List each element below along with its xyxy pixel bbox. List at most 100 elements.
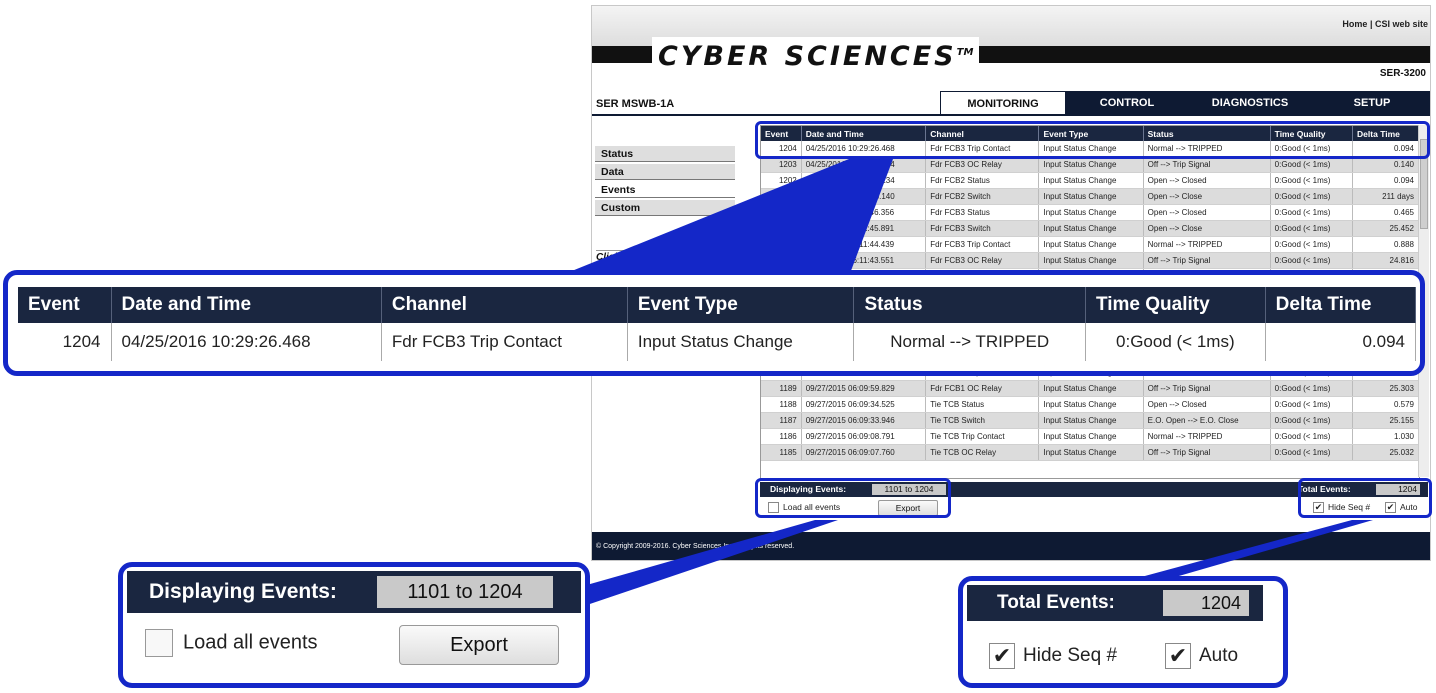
highlight-displaying-events xyxy=(755,478,951,518)
table-cell: 0:Good (< 1ms) xyxy=(1270,396,1354,413)
zoom-hide-seq-label: Hide Seq # xyxy=(1023,645,1118,667)
table-cell: Input Status Change xyxy=(1038,204,1144,221)
zoom-table-cell: 04/25/2016 10:29:26.468 xyxy=(111,323,382,361)
table-cell: 09/27/2015 06:09:08.791 xyxy=(801,428,927,445)
zoom-table-cell: Fdr FCB3 Trip Contact xyxy=(381,323,628,361)
device-name: SER MSWB-1A xyxy=(596,98,675,110)
table-cell: Open --> Close xyxy=(1143,220,1271,237)
table-row[interactable]: 1199 09/27/2015 06:11:45.891 Fdr FCB3 Swit… xyxy=(761,220,1419,237)
table-row[interactable]: 1200 09/27/2015 06:11:46.356 Fdr FCB3 Stat… xyxy=(761,204,1419,221)
table-row[interactable]: 1201 04/25/2016 10:29:26.140 Fdr FCB2 Swit… xyxy=(761,188,1419,205)
table-cell: Open --> Close xyxy=(1143,188,1271,205)
zoom-auto-label: Auto xyxy=(1199,645,1239,667)
table-cell: Input Status Change xyxy=(1038,252,1144,269)
table-row[interactable]: 1189 09/27/2015 06:09:59.829 Fdr FCB1 OC R… xyxy=(761,380,1419,397)
table-cell: Normal --> TRIPPED xyxy=(1143,428,1271,445)
table-row[interactable]: 1202 04/25/2016 10:29:26.234 Fdr FCB2 Stat… xyxy=(761,172,1419,189)
table-cell: 1189 xyxy=(761,380,802,397)
table-cell: 09/27/2015 06:11:43.551 xyxy=(801,252,927,269)
tab-control[interactable]: CONTROL xyxy=(1066,91,1188,115)
zoom-callout-displaying: Displaying Events: 1101 to 1204 Load all… xyxy=(118,562,590,688)
table-cell: 0:Good (< 1ms) xyxy=(1270,188,1354,205)
table-cell: 04/25/2016 10:29:26.140 xyxy=(801,188,927,205)
sidebar-item-status[interactable]: Status xyxy=(595,146,735,162)
zoom-auto-checkbox[interactable]: ✔ xyxy=(1165,643,1191,669)
zoom-displaying-value: 1101 to 1204 xyxy=(377,576,553,608)
copyright-bar: © Copyright 2009-2016. Cyber Sciences In… xyxy=(592,532,1430,560)
table-cell: Input Status Change xyxy=(1038,412,1144,429)
zoom-column-header: Event xyxy=(18,287,112,323)
zoom-column-header: Delta Time xyxy=(1265,287,1417,323)
table-row[interactable]: 1185 09/27/2015 06:09:07.760 Tie TCB OC Re… xyxy=(761,444,1419,461)
zoom-column-header: Event Type xyxy=(627,287,855,323)
table-row[interactable]: 1187 09/27/2015 06:09:33.946 Tie TCB Switc… xyxy=(761,412,1419,429)
tab-monitoring[interactable]: MONITORING xyxy=(940,91,1066,115)
table-cell: 0:Good (< 1ms) xyxy=(1270,220,1354,237)
device-model: SER-3200 xyxy=(1379,68,1426,79)
table-cell: Tie TCB Status xyxy=(925,396,1040,413)
zoom-table-cell: Normal --> TRIPPED xyxy=(853,323,1086,361)
csi-website-link[interactable]: CSI web site xyxy=(1375,19,1428,29)
table-cell: 0:Good (< 1ms) xyxy=(1270,428,1354,445)
zoom-hide-seq-control[interactable]: ✔ Hide Seq # xyxy=(989,643,1117,669)
sidebar-item-data[interactable]: Data xyxy=(595,164,735,180)
table-cell: Input Status Change xyxy=(1038,444,1144,461)
zoom-hide-seq-checkbox[interactable]: ✔ xyxy=(989,643,1015,669)
home-link[interactable]: Home xyxy=(1342,19,1367,29)
table-cell: Fdr FCB1 OC Relay xyxy=(925,380,1040,397)
table-cell: 1198 xyxy=(761,236,802,253)
zoom-total-value: 1204 xyxy=(1163,590,1249,616)
zoom-table-cell: Input Status Change xyxy=(627,323,855,361)
table-cell: 1199 xyxy=(761,220,802,237)
table-cell: Open --> Closed xyxy=(1143,396,1271,413)
zoom-auto-control[interactable]: ✔ Auto xyxy=(1165,643,1238,669)
table-cell: Off --> Trip Signal xyxy=(1143,380,1271,397)
table-cell: 04/25/2016 10:29:26.234 xyxy=(801,172,927,189)
zoom-load-all-checkbox[interactable] xyxy=(145,629,173,657)
table-cell: E.O. Open --> E.O. Close xyxy=(1143,412,1271,429)
table-cell: Input Status Change xyxy=(1038,172,1144,189)
table-row[interactable]: 1186 09/27/2015 06:09:08.791 Tie TCB Trip … xyxy=(761,428,1419,445)
table-cell: Fdr FCB3 Trip Contact xyxy=(925,236,1040,253)
table-cell: Input Status Change xyxy=(1038,396,1144,413)
table-cell: 0:Good (< 1ms) xyxy=(1270,412,1354,429)
zoom-table-header: Event Date and Time Channel Event Type Statu… xyxy=(18,287,1417,323)
table-cell: Off --> Trip Signal xyxy=(1143,252,1271,269)
tab-diagnostics[interactable]: DIAGNOSTICS xyxy=(1188,91,1312,115)
table-cell: 0:Good (< 1ms) xyxy=(1270,252,1354,269)
table-cell: Input Status Change xyxy=(1038,380,1144,397)
table-cell: Tie TCB Trip Contact xyxy=(925,428,1040,445)
highlight-total-events xyxy=(1298,478,1432,518)
table-cell: Input Status Change xyxy=(1038,236,1144,253)
table-cell: Fdr FCB2 Status xyxy=(925,172,1040,189)
table-row[interactable]: 1198 09/27/2015 06:11:44.439 Fdr FCB3 Trip… xyxy=(761,236,1419,253)
table-cell: Fdr FCB3 OC Relay xyxy=(925,252,1040,269)
brand-logo: CYBER SCIENCESTM xyxy=(652,37,980,72)
table-row[interactable]: 1188 09/27/2015 06:09:34.525 Tie TCB Statu… xyxy=(761,396,1419,413)
table-cell: 1186 xyxy=(761,428,802,445)
table-cell: 25.303 xyxy=(1352,380,1419,397)
table-cell: 09/27/2015 06:09:34.525 xyxy=(801,396,927,413)
sort-hint-strong: Click xyxy=(596,252,620,263)
sidebar-item-events[interactable]: Events xyxy=(595,182,735,198)
table-cell: Normal --> TRIPPED xyxy=(1143,236,1271,253)
zoom-events-table: Event Date and Time Channel Event Type Statu… xyxy=(18,287,1417,361)
zoom-column-header: Time Quality xyxy=(1085,287,1266,323)
zoom-displaying-bar: Displaying Events: 1101 to 1204 xyxy=(127,571,581,613)
table-cell: Off --> Trip Signal xyxy=(1143,444,1271,461)
table-cell: 1201 xyxy=(761,188,802,205)
zoom-export-button[interactable]: Export xyxy=(399,625,559,665)
table-row[interactable]: 1197 09/27/2015 06:11:43.551 Fdr FCB3 OC R… xyxy=(761,252,1419,269)
tab-setup[interactable]: SETUP xyxy=(1312,91,1430,115)
zoom-column-header: Date and Time xyxy=(111,287,382,323)
table-cell: 24.816 xyxy=(1352,252,1419,269)
zoom-load-all-control[interactable]: Load all events xyxy=(145,629,318,657)
zoom-displaying-label: Displaying Events: xyxy=(149,580,337,603)
table-cell: 0.888 xyxy=(1352,236,1419,253)
table-cell: Open --> Closed xyxy=(1143,204,1271,221)
highlight-first-row xyxy=(755,121,1430,159)
table-cell: 1187 xyxy=(761,412,802,429)
table-cell: Input Status Change xyxy=(1038,188,1144,205)
sidebar-item-custom[interactable]: Custom xyxy=(595,200,735,216)
table-cell: 1.030 xyxy=(1352,428,1419,445)
